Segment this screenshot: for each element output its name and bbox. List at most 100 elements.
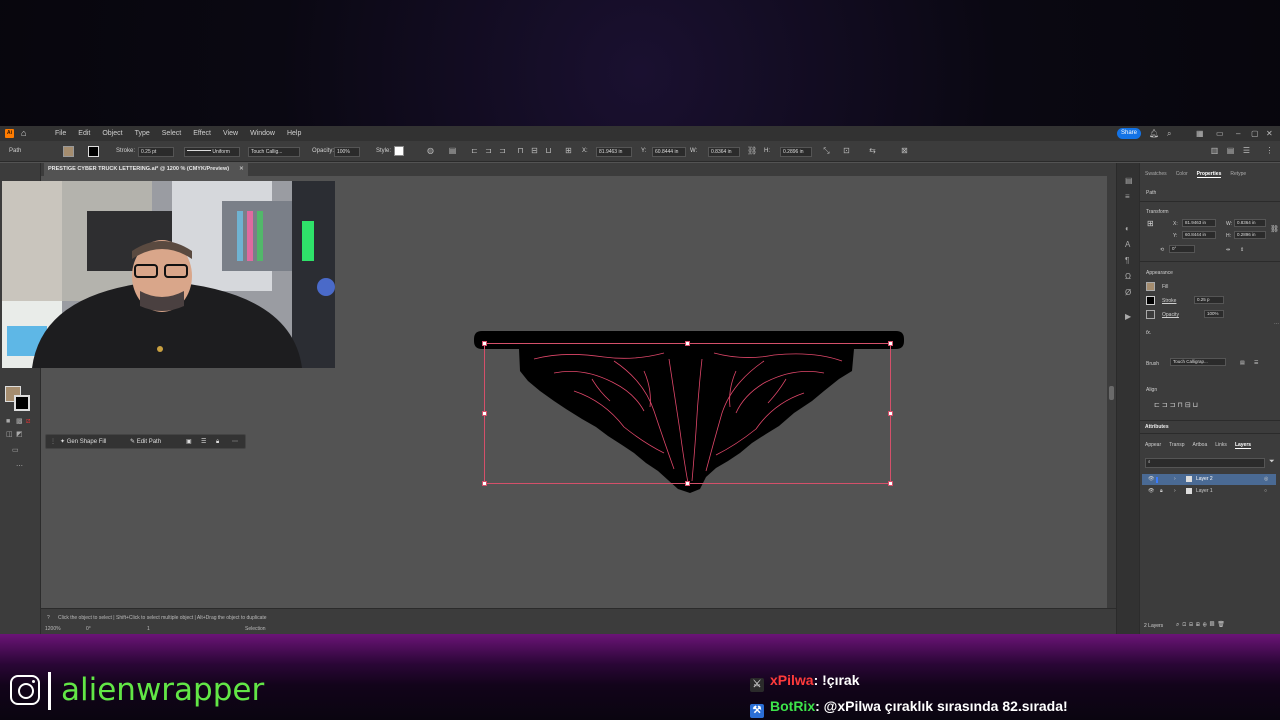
opacity-label[interactable]: Opacity	[1162, 312, 1179, 318]
share-button[interactable]: Share	[1117, 128, 1141, 139]
w-input[interactable]: 0.8364 in	[1234, 219, 1266, 227]
transform-reference-icon[interactable]: ⊞	[564, 146, 573, 156]
align-middle-icon[interactable]: ⊟	[530, 146, 539, 156]
screen-mode-icon[interactable]: ▭	[12, 447, 19, 454]
document-tab[interactable]: PRESTIGE CYBER TRUCK LETTERING.ai* @ 120…	[44, 163, 248, 176]
stroke-color-swatch[interactable]	[14, 395, 30, 411]
tab-retype[interactable]: Retype	[1230, 171, 1246, 178]
layers-search-input[interactable]: ⌕	[1145, 458, 1265, 468]
menu-help[interactable]: Help	[281, 129, 307, 138]
recolor-icon[interactable]: ◍	[426, 146, 435, 156]
close-icon[interactable]: ✕	[1266, 128, 1273, 139]
libraries-icon[interactable]: ▤	[1125, 177, 1133, 185]
opentype-icon[interactable]: Ø	[1125, 289, 1133, 297]
transform-options-icon[interactable]: ⊡	[842, 146, 851, 156]
edit-toolbar-icon[interactable]: ⋯	[16, 463, 23, 470]
tab-transparency[interactable]: Transp	[1169, 442, 1184, 449]
target-icon[interactable]: ○	[1264, 486, 1267, 497]
flip-vertical-icon[interactable]: ⇕	[1240, 247, 1244, 253]
paragraph-icon[interactable]: ¶	[1125, 257, 1133, 265]
rotation-value[interactable]: 0°	[86, 626, 91, 632]
handle-top-right[interactable]	[888, 341, 893, 346]
color-mode-icon[interactable]: ■	[6, 418, 13, 425]
fill-swatch[interactable]	[63, 146, 74, 157]
arrange-icon[interactable]: ▤	[1226, 146, 1235, 156]
h-input[interactable]: 0.2896 in	[1234, 231, 1266, 239]
gen-shape-fill-button[interactable]: ✦ Gen Shape Fill	[60, 435, 106, 449]
actions-icon[interactable]: ▶	[1125, 313, 1133, 321]
graphic-style-swatch[interactable]	[394, 146, 404, 156]
close-tab-icon[interactable]: ✕	[239, 166, 244, 172]
fill-stroke-widget-icon[interactable]	[5, 376, 12, 383]
menu-type[interactable]: Type	[129, 129, 156, 138]
menu-view[interactable]: View	[217, 129, 244, 138]
variable-width-profile[interactable]: Uniform	[184, 147, 240, 157]
handle-bottom-right[interactable]	[888, 481, 893, 486]
stroke-swatch[interactable]	[88, 146, 99, 157]
link-proportions-icon[interactable]: ⛓︎	[1270, 225, 1279, 233]
h-field[interactable]: 0.2896 in	[780, 147, 812, 157]
layers-dock-icon[interactable]: ≡	[1125, 193, 1133, 201]
brush-dropdown[interactable]: Touch Calligrap...	[1170, 358, 1226, 366]
align-buttons-icon[interactable]: ⊏ ⊐ ⊐ ⊓ ⊟ ⊔	[1154, 401, 1198, 409]
handle-middle-left[interactable]	[482, 411, 487, 416]
handle-bottom-left[interactable]	[482, 481, 487, 486]
tab-links[interactable]: Links	[1215, 442, 1227, 449]
align-center-icon[interactable]: ⊐	[484, 146, 493, 156]
scrollbar-thumb[interactable]	[1109, 386, 1114, 400]
workspace-icon[interactable]: ▦	[1196, 128, 1204, 139]
handle-top-left[interactable]	[482, 341, 487, 346]
brush-definition[interactable]: Touch Callig...	[248, 147, 300, 157]
none-mode-icon[interactable]: ⧄	[26, 418, 33, 425]
layer-name[interactable]: Layer 1	[1196, 486, 1213, 497]
flip-horizontal-icon[interactable]: ⇹	[1226, 247, 1230, 253]
maximize-icon[interactable]: ▢	[1251, 128, 1259, 139]
edit-path-button[interactable]: ✎ Edit Path	[130, 435, 161, 449]
transform-icon[interactable]: ⤡	[822, 146, 831, 156]
drag-handle-icon[interactable]: ⋮	[50, 435, 56, 449]
glyphs-icon[interactable]: Ω	[1125, 273, 1133, 281]
brush-options-icon[interactable]: ☰	[1254, 360, 1258, 366]
color-icon[interactable]: ◐	[1125, 225, 1133, 233]
bell-icon[interactable]: 🔔︎	[1149, 128, 1159, 139]
brush-library-icon[interactable]: ▤	[1240, 360, 1245, 366]
handle-top-center[interactable]	[685, 341, 690, 346]
select-similar-icon[interactable]: ⊠	[900, 146, 909, 156]
search-icon[interactable]: ⌕	[1167, 128, 1171, 139]
visibility-eye-icon[interactable]: 👁︎	[1148, 474, 1154, 485]
rotate-icon[interactable]: ⟲	[1160, 247, 1164, 253]
panel-options-icon[interactable]: ▥	[1210, 146, 1219, 156]
tab-color[interactable]: Color	[1176, 171, 1188, 178]
menu-object[interactable]: Object	[96, 129, 128, 138]
appearance-more-icon[interactable]: ⋯	[1274, 321, 1279, 327]
vertical-scrollbar[interactable]	[1107, 176, 1116, 608]
selection-bounding-box[interactable]	[482, 341, 893, 486]
tab-properties[interactable]: Properties	[1196, 171, 1222, 178]
layer-row[interactable]: 👁︎ 🔒︎ › Layer 1 ○	[1142, 486, 1276, 497]
align-left-icon[interactable]: ⊏	[470, 146, 479, 156]
transform-icon[interactable]: ▣	[186, 435, 192, 449]
handle-middle-right[interactable]	[888, 411, 893, 416]
reference-point-icon[interactable]: ⊞	[1147, 219, 1154, 228]
y-input[interactable]: 60.8444 in	[1182, 231, 1216, 239]
control-bar-menu-icon[interactable]: ☰	[1242, 146, 1251, 156]
lock-icon[interactable]: 🔒︎	[216, 435, 219, 449]
tab-artboards[interactable]: Artboa	[1193, 442, 1208, 449]
draw-behind-icon[interactable]: ◩	[16, 431, 23, 438]
constrain-proportions-icon[interactable]: ⛓︎	[747, 146, 757, 156]
target-icon[interactable]: ◎	[1264, 474, 1268, 485]
draw-normal-icon[interactable]: ◫	[6, 431, 13, 438]
lock-icon[interactable]: 🔒︎	[1160, 486, 1163, 497]
list-icon[interactable]: ☰	[201, 435, 206, 449]
appearance-fill-swatch[interactable]	[1146, 282, 1155, 291]
artboard-number[interactable]: 1	[147, 626, 150, 632]
align-bottom-icon[interactable]: ⊔	[544, 146, 553, 156]
x-input[interactable]: 81.9463 in	[1182, 219, 1216, 227]
expand-arrow-icon[interactable]: ›	[1174, 486, 1176, 497]
stroke-weight-field[interactable]: 0.25 pt	[138, 147, 174, 157]
angle-input[interactable]: 0°	[1169, 245, 1195, 253]
menu-select[interactable]: Select	[156, 129, 187, 138]
layer-row[interactable]: 👁︎ › Layer 2 ◎	[1142, 474, 1276, 485]
arrange-documents-icon[interactable]: ▭	[1216, 128, 1224, 139]
filter-icon[interactable]: ⏷	[1269, 458, 1275, 466]
